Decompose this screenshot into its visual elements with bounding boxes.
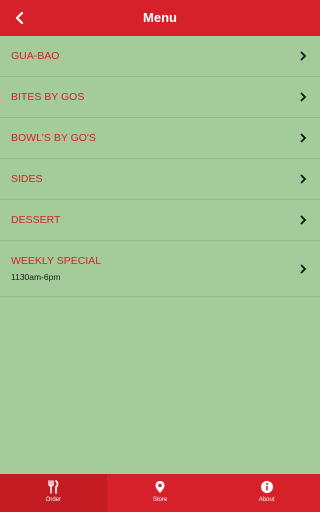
tab-store[interactable]: Store bbox=[107, 474, 214, 512]
chevron-right-icon bbox=[300, 92, 307, 102]
chevron-right-icon bbox=[300, 51, 307, 61]
info-icon bbox=[260, 481, 273, 493]
tab-order-label: Order bbox=[45, 497, 61, 503]
menu-list: GUA-BAO BITES BY GOS BOWL'S BY GO'S SIDE… bbox=[0, 36, 320, 297]
chevron-right-icon bbox=[300, 215, 307, 225]
menu-item-label: WEEKLY SPECIAL bbox=[11, 255, 102, 267]
menu-item-gua-bao[interactable]: GUA-BAO bbox=[0, 36, 320, 77]
menu-item-subtitle: 1130am-6pm bbox=[11, 272, 61, 282]
app-header: Menu bbox=[0, 0, 320, 36]
tab-order[interactable]: Order bbox=[0, 474, 107, 512]
menu-item-sides[interactable]: SIDES bbox=[0, 159, 320, 200]
menu-item-dessert[interactable]: DESSERT bbox=[0, 200, 320, 241]
menu-item-label: DESSERT bbox=[11, 214, 61, 226]
menu-item-label: SIDES bbox=[11, 173, 43, 185]
chevron-right-icon bbox=[300, 263, 307, 274]
menu-item-label: GUA-BAO bbox=[11, 50, 60, 62]
chevron-right-icon bbox=[300, 174, 307, 184]
map-pin-icon bbox=[155, 481, 165, 493]
page-title: Menu bbox=[143, 10, 177, 25]
menu-item-bites-by-gos[interactable]: BITES BY GOS bbox=[0, 77, 320, 118]
chevron-right-icon bbox=[300, 133, 307, 143]
fork-knife-icon bbox=[48, 480, 59, 494]
menu-item-bowls-by-gos[interactable]: BOWL'S BY GO'S bbox=[0, 118, 320, 159]
menu-item-label: BOWL'S BY GO'S bbox=[11, 132, 96, 144]
bottom-tab-bar: Order Store About bbox=[0, 474, 320, 512]
tab-about[interactable]: About bbox=[213, 474, 320, 512]
menu-item-label: BITES BY GOS bbox=[11, 91, 85, 103]
tab-about-label: About bbox=[258, 497, 275, 503]
menu-item-weekly-special[interactable]: WEEKLY SPECIAL 1130am-6pm bbox=[0, 241, 320, 297]
tab-store-label: Store bbox=[152, 497, 168, 503]
